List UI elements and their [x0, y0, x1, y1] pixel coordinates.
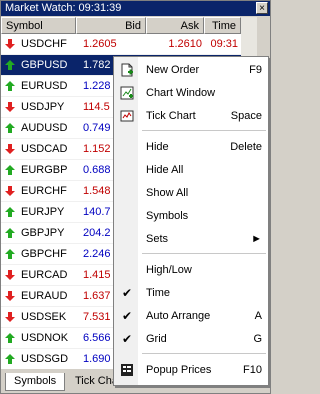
menu-item-label: Popup Prices	[146, 364, 212, 376]
row-symbol: EURJPY	[21, 206, 65, 218]
checkmark-icon: ✔	[122, 309, 133, 323]
row-symbol: USDCHF	[21, 38, 67, 50]
close-icon[interactable]: ×	[256, 2, 268, 14]
menu-item-label: Show All	[146, 187, 189, 199]
table-row[interactable]: USDCHF 1.2605 1.2610 09:31	[1, 34, 241, 55]
row-symbol: EURUSD	[21, 80, 68, 92]
row-symbol: AUDUSD	[21, 122, 68, 134]
row-symbol: EURCAD	[21, 269, 68, 281]
arrow-down-icon	[5, 39, 15, 49]
arrow-up-icon	[5, 249, 15, 259]
menu-item-grid[interactable]: ✔ Grid G	[114, 328, 268, 350]
arrow-down-icon	[5, 144, 15, 154]
arrow-up-icon	[5, 60, 15, 70]
column-header-ask[interactable]: Ask	[146, 17, 204, 34]
menu-item-label: Auto Arrange	[146, 310, 211, 322]
checkmark-icon: ✔	[122, 286, 133, 300]
menu-item-label: Grid	[146, 333, 167, 345]
menu-item-label: Tick Chart	[146, 110, 196, 122]
row-symbol: USDSEK	[21, 311, 67, 323]
menu-item-new-order[interactable]: New Order F9	[114, 59, 268, 81]
menu-item-chart-window[interactable]: Chart Window	[114, 82, 268, 104]
chart-window-icon	[120, 86, 134, 100]
menu-item-label: Chart Window	[146, 87, 216, 99]
row-symbol: USDCAD	[21, 143, 68, 155]
submenu-arrow-icon: ►	[251, 233, 262, 245]
tab-symbols[interactable]: Symbols	[5, 373, 66, 391]
column-header-symbol[interactable]: Symbol	[1, 17, 76, 34]
menu-item-shortcut: G	[253, 333, 262, 345]
menu-separator	[142, 253, 266, 254]
window-title: Market Watch: 09:31:39	[5, 2, 122, 14]
menu-item-label: Sets	[146, 233, 169, 245]
row-symbol: USDNOK	[21, 332, 69, 344]
menu-item-high-low[interactable]: High/Low	[114, 259, 268, 281]
menu-item-shortcut: A	[254, 310, 262, 322]
menu-item-time[interactable]: ✔ Time	[114, 282, 268, 304]
arrow-up-icon	[5, 123, 15, 133]
menu-item-shortcut: F10	[243, 364, 262, 376]
menu-item-popup-prices[interactable]: Popup Prices F10	[114, 359, 268, 381]
row-symbol: USDJPY	[21, 101, 65, 113]
row-symbol: USDSGD	[21, 353, 69, 365]
column-header-bid[interactable]: Bid	[76, 17, 146, 34]
arrow-up-icon	[5, 165, 15, 175]
menu-item-tick-chart[interactable]: Tick Chart Space	[114, 105, 268, 127]
arrow-down-icon	[5, 102, 15, 112]
arrow-up-icon	[5, 81, 15, 91]
popup-prices-icon	[121, 364, 133, 376]
arrow-down-icon	[5, 270, 15, 280]
row-symbol: EURCHF	[21, 185, 67, 197]
menu-separator	[142, 130, 266, 131]
menu-item-sets[interactable]: Sets ►	[114, 228, 268, 250]
arrow-up-icon	[5, 333, 15, 343]
menu-item-hide-all[interactable]: Hide All	[114, 159, 268, 181]
row-symbol: GBPUSD	[21, 59, 68, 71]
row-ask: 1.2610	[168, 38, 202, 50]
row-bid: 1.2605	[83, 38, 117, 50]
row-symbol: EURAUD	[21, 290, 68, 302]
menu-separator	[142, 353, 266, 354]
row-time: 09:31	[210, 38, 238, 50]
arrow-up-icon	[5, 207, 15, 217]
row-symbol: EURGBP	[21, 164, 68, 176]
menu-item-shortcut: Delete	[230, 141, 262, 153]
menu-item-label: High/Low	[146, 264, 192, 276]
column-header-time[interactable]: Time	[204, 17, 241, 34]
new-order-icon	[121, 63, 133, 77]
table-header: Symbol Bid Ask Time	[1, 17, 241, 34]
title-bar[interactable]: Market Watch: 09:31:39 ×	[1, 1, 270, 16]
menu-item-label: New Order	[146, 64, 200, 76]
menu-item-shortcut: F9	[249, 64, 262, 76]
arrow-down-icon	[5, 291, 15, 301]
tick-chart-icon	[120, 110, 134, 122]
arrow-down-icon	[5, 312, 15, 322]
menu-item-hide[interactable]: Hide Delete	[114, 136, 268, 158]
menu-item-label: Time	[146, 287, 171, 299]
menu-item-auto-arrange[interactable]: ✔ Auto Arrange A	[114, 305, 268, 327]
row-symbol: GBPJPY	[21, 227, 65, 239]
arrow-up-icon	[5, 354, 15, 364]
menu-item-label: Hide All	[146, 164, 184, 176]
menu-item-label: Hide	[146, 141, 169, 153]
menu-item-shortcut: Space	[230, 110, 262, 122]
checkmark-icon: ✔	[122, 332, 133, 346]
menu-item-show-all[interactable]: Show All	[114, 182, 268, 204]
arrow-up-icon	[5, 228, 15, 238]
row-symbol: GBPCHF	[21, 248, 67, 260]
menu-item-label: Symbols	[146, 210, 189, 222]
menu-item-symbols[interactable]: Symbols	[114, 205, 268, 227]
context-menu: New Order F9 Chart Window Tick Chart Space Hi…	[113, 56, 269, 386]
arrow-down-icon	[5, 186, 15, 196]
